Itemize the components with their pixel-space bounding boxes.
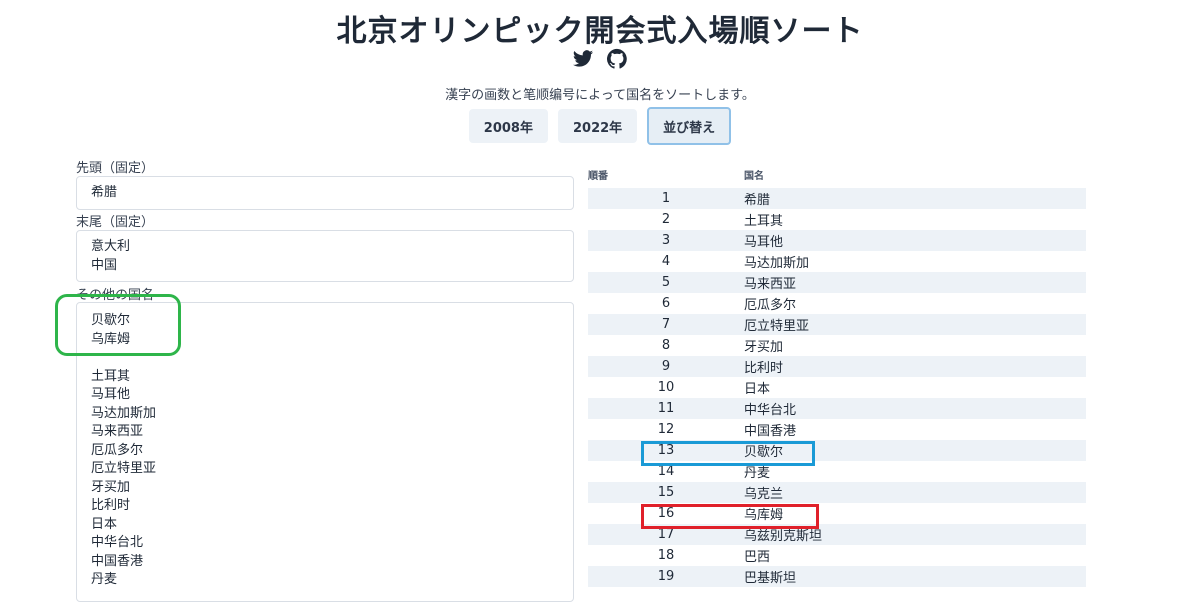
- row-order: 1: [588, 188, 744, 209]
- row-country: 厄立特里亚: [744, 314, 1086, 335]
- head-fixed-label: 先頭（固定）: [76, 161, 155, 176]
- tail-item: 中国: [91, 257, 118, 273]
- row-country: 乌克兰: [744, 482, 1086, 503]
- row-order: 15: [588, 482, 744, 503]
- social-links: [0, 48, 1200, 70]
- country-column-header: 国名: [744, 170, 764, 182]
- row-country: 马耳他: [744, 230, 1086, 251]
- others-item: 厄立特里亚: [91, 461, 157, 476]
- row-country: 马来西亚: [744, 272, 1086, 293]
- row-order: 10: [657, 380, 675, 395]
- others-item: 日本: [91, 516, 118, 532]
- row-country: 厄瓜多尔: [744, 298, 797, 313]
- table-row: 12 中国香港: [588, 419, 1086, 440]
- tail-fixed-label: 末尾（固定）: [76, 215, 155, 230]
- row-order: 12: [657, 422, 675, 437]
- others-item: 中华台北: [91, 535, 144, 550]
- red-highlight-box: [641, 504, 819, 529]
- page-title: 北京オリンピック開会式入場順ソート: [336, 14, 864, 49]
- head-fixed-textarea[interactable]: 希腊: [76, 176, 574, 210]
- row-order: 19: [588, 566, 744, 587]
- table-row: 4 马达加斯加: [588, 251, 1086, 272]
- twitter-icon[interactable]: [572, 48, 594, 70]
- row-order: 5: [588, 272, 744, 293]
- table-row: 11 中华台北: [588, 398, 1086, 419]
- table-row: 5 马来西亚: [588, 272, 1086, 293]
- table-row: 19 巴基斯坦: [588, 566, 1086, 587]
- table-row: 6 厄瓜多尔: [588, 293, 1086, 314]
- row-country: 土耳其: [744, 214, 784, 229]
- row-order: 8: [661, 338, 671, 353]
- row-country: 牙买加: [744, 340, 784, 355]
- row-order: 11: [588, 398, 744, 419]
- blue-highlight-box: [641, 441, 815, 466]
- github-icon[interactable]: [606, 48, 628, 70]
- row-order: 9: [588, 356, 744, 377]
- others-item: 厄瓜多尔: [91, 442, 144, 458]
- row-country: 巴基斯坦: [744, 566, 1086, 587]
- page-description: 漢字の画数と笔顺编号によって国名をソートします。: [445, 88, 755, 103]
- table-row: 3 马耳他: [588, 230, 1086, 251]
- others-item: 丹麦: [91, 572, 118, 587]
- others-item: 马来西亚: [91, 424, 144, 439]
- table-row: 10 日本: [588, 377, 1086, 398]
- others-item: 土耳其: [91, 368, 131, 384]
- table-row: 18 巴西: [588, 545, 1086, 566]
- others-item: 马达加斯加: [91, 405, 157, 421]
- table-row: 15 乌克兰: [588, 482, 1086, 503]
- row-order: 18: [657, 548, 675, 563]
- table-row: 8 牙买加: [588, 335, 1086, 356]
- table-row: 1 希腊: [588, 188, 1086, 209]
- green-highlight-box: [55, 294, 181, 356]
- row-country: 希腊: [744, 188, 1086, 209]
- tail-fixed-textarea[interactable]: 意大利 中国: [76, 230, 574, 282]
- table-header-row: 順番 国名: [588, 160, 1086, 188]
- row-order: 6: [661, 296, 671, 311]
- row-country: 比利时: [744, 356, 1086, 377]
- table-row: 2 土耳其: [588, 209, 1086, 230]
- head-item: 希腊: [91, 185, 118, 200]
- sort-button[interactable]: 並び替え: [647, 107, 732, 145]
- row-country: 马达加斯加: [744, 256, 810, 271]
- row-country: 中国香港: [744, 424, 797, 439]
- others-item: 马耳他: [91, 387, 131, 402]
- button-bar: 2008年 2022年 並び替え: [0, 107, 1200, 145]
- others-item: 比利时: [91, 498, 131, 513]
- year-2022-button[interactable]: 2022年: [557, 109, 638, 143]
- row-order: 2: [661, 212, 671, 227]
- row-country: 巴西: [744, 550, 771, 565]
- row-order: 4: [661, 254, 671, 269]
- row-order: 3: [588, 230, 744, 251]
- others-item: 牙买加: [91, 479, 131, 495]
- others-item: 中国香港: [91, 553, 144, 569]
- tail-item: 意大利: [91, 239, 131, 254]
- order-column-header: 順番: [588, 170, 608, 182]
- row-country: 中华台北: [744, 398, 1086, 419]
- row-order: 7: [588, 314, 744, 335]
- table-row: 7 厄立特里亚: [588, 314, 1086, 335]
- year-2008-button[interactable]: 2008年: [468, 109, 548, 143]
- row-country: 日本: [744, 382, 771, 397]
- table-row: 9 比利时: [588, 356, 1086, 377]
